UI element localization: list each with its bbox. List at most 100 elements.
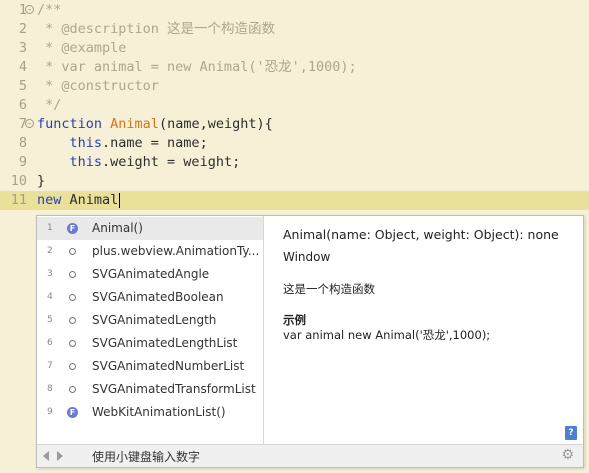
suggestion-index: 7 [47,361,53,371]
code-line[interactable]: 1-/** [0,1,589,20]
suggestion-index: 6 [47,338,53,348]
suggestion-list: 1 F Animal() 2 plus.webview.AnimationTy... 3 S… [37,216,264,444]
doc-description: 这是一个构造函数 [283,282,375,296]
code-token: * var animal = new Animal('恐龙',1000); [37,59,357,75]
suggestion-item[interactable]: 9 F WebKitAnimationList() [37,401,263,424]
code-line[interactable]: 11 new Animal [0,191,589,210]
code-token: function [37,116,111,132]
code-token: new [37,192,70,208]
suggestion-index: 9 [47,407,53,417]
documentation-pane: Animal(name: Object, weight: Object): no… [265,216,583,444]
code-text: new Animal [37,191,121,210]
object-icon [69,363,76,370]
code-token: * @description 这是一个构造函数 [37,21,276,37]
suggestion-item[interactable]: 7 SVGAnimatedNumberList [37,355,263,378]
previous-arrow-icon[interactable] [43,451,49,461]
code-line[interactable]: 2 * @description 这是一个构造函数 [0,20,589,39]
suggestion-item[interactable]: 4 SVGAnimatedBoolean [37,286,263,309]
object-icon [69,294,76,301]
suggestion-label: SVGAnimatedLengthList [92,336,238,350]
suggestion-index: 2 [47,246,53,256]
code-line[interactable]: 10} [0,172,589,191]
suggestion-label: SVGAnimatedTransformList [92,382,256,396]
code-line[interactable]: 3 * @example [0,39,589,58]
function-icon: F [67,407,78,418]
suggestion-index: 1 [47,223,53,233]
popup-status-bar: 使用小键盘输入数字 ⚙ [37,444,583,467]
code-token: .name = name; [102,135,208,151]
suggestion-index: 4 [47,292,53,302]
suggestion-label: SVGAnimatedBoolean [92,290,224,304]
function-icon: F [67,223,78,234]
suggestion-item[interactable]: 8 SVGAnimatedTransformList [37,378,263,401]
line-number: 9 [18,154,27,170]
code-token: /** [37,2,62,18]
suggestion-index: 3 [47,269,53,279]
line-number: 6 [18,97,27,113]
code-token: (name,weight){ [158,116,273,132]
suggestion-item[interactable]: 2 plus.webview.AnimationTy... [37,240,263,263]
fold-toggle-icon[interactable]: - [25,5,34,14]
code-text: } [37,172,45,191]
help-icon[interactable]: ? [565,426,577,440]
object-icon [69,340,76,347]
fold-toggle-icon[interactable]: - [25,119,34,128]
suggestion-label: SVGAnimatedLength [92,313,217,327]
object-icon [69,317,76,324]
gear-icon[interactable]: ⚙ [561,447,574,463]
code-text: function Animal(name,weight){ [37,115,273,134]
code-line[interactable]: 6 */ [0,96,589,115]
code-line[interactable]: 9 this.weight = weight; [0,153,589,172]
line-number: 1 [18,2,27,18]
doc-owner: Window [283,250,331,264]
code-text: */ [37,96,61,115]
next-arrow-icon[interactable] [57,451,63,461]
code-line[interactable]: 5 * @constructor [0,77,589,96]
code-text: * @example [37,39,126,58]
code-token: this [69,154,103,170]
code-text: * @description 这是一个构造函数 [37,20,275,39]
code-token: this [69,135,103,151]
line-number: 3 [18,40,27,56]
doc-example-code: var animal new Animal('恐龙',1000); [283,328,491,342]
suggestion-item[interactable]: 3 SVGAnimatedAngle [37,263,263,286]
code-editor[interactable]: 1-/** 2 * @description 这是一个构造函数 3 * @examp… [0,0,589,215]
line-number: 4 [18,59,27,75]
text-caret [119,192,121,208]
doc-example-heading: 示例 [283,313,306,327]
suggestion-index: 8 [47,384,53,394]
suggestion-label: SVGAnimatedNumberList [92,359,245,373]
code-token: } [37,173,46,189]
suggestion-label: plus.webview.AnimationTy... [92,244,260,258]
line-number: 10 [10,173,27,189]
code-token: * @example [37,40,127,56]
code-token: */ [37,97,62,113]
code-line[interactable]: 7- function Animal(name,weight){ [0,115,589,134]
line-number: 8 [18,135,27,151]
line-number: 11 [10,192,27,208]
code-text: this.weight = weight; [37,153,241,172]
suggestion-item[interactable]: 6 SVGAnimatedLengthList [37,332,263,355]
object-icon [69,248,76,255]
code-line[interactable]: 8 this.name = name; [0,134,589,153]
line-number: 5 [18,78,27,94]
suggestion-item[interactable]: 5 SVGAnimatedLength [37,309,263,332]
autocomplete-popup: 1 F Animal() 2 plus.webview.AnimationTy... 3 S… [36,215,584,468]
code-token: Animal [69,192,119,208]
line-number: 7 [18,116,27,132]
code-text: * @constructor [37,77,159,96]
code-text: this.name = name; [37,134,208,153]
code-line[interactable]: 4 * var animal = new Animal('恐龙',1000); [0,58,589,77]
suggestion-item[interactable]: 1 F Animal() [37,217,263,240]
code-token: * @constructor [37,78,159,94]
doc-signature: Animal(name: Object, weight: Object): no… [283,227,559,242]
object-icon [69,271,76,278]
suggestion-index: 5 [47,315,53,325]
code-text: /** [37,1,61,20]
code-token: Animal [110,116,159,132]
code-token: .weight = weight; [102,154,241,170]
code-text: * var animal = new Animal('恐龙',1000); [37,58,357,77]
object-icon [69,386,76,393]
